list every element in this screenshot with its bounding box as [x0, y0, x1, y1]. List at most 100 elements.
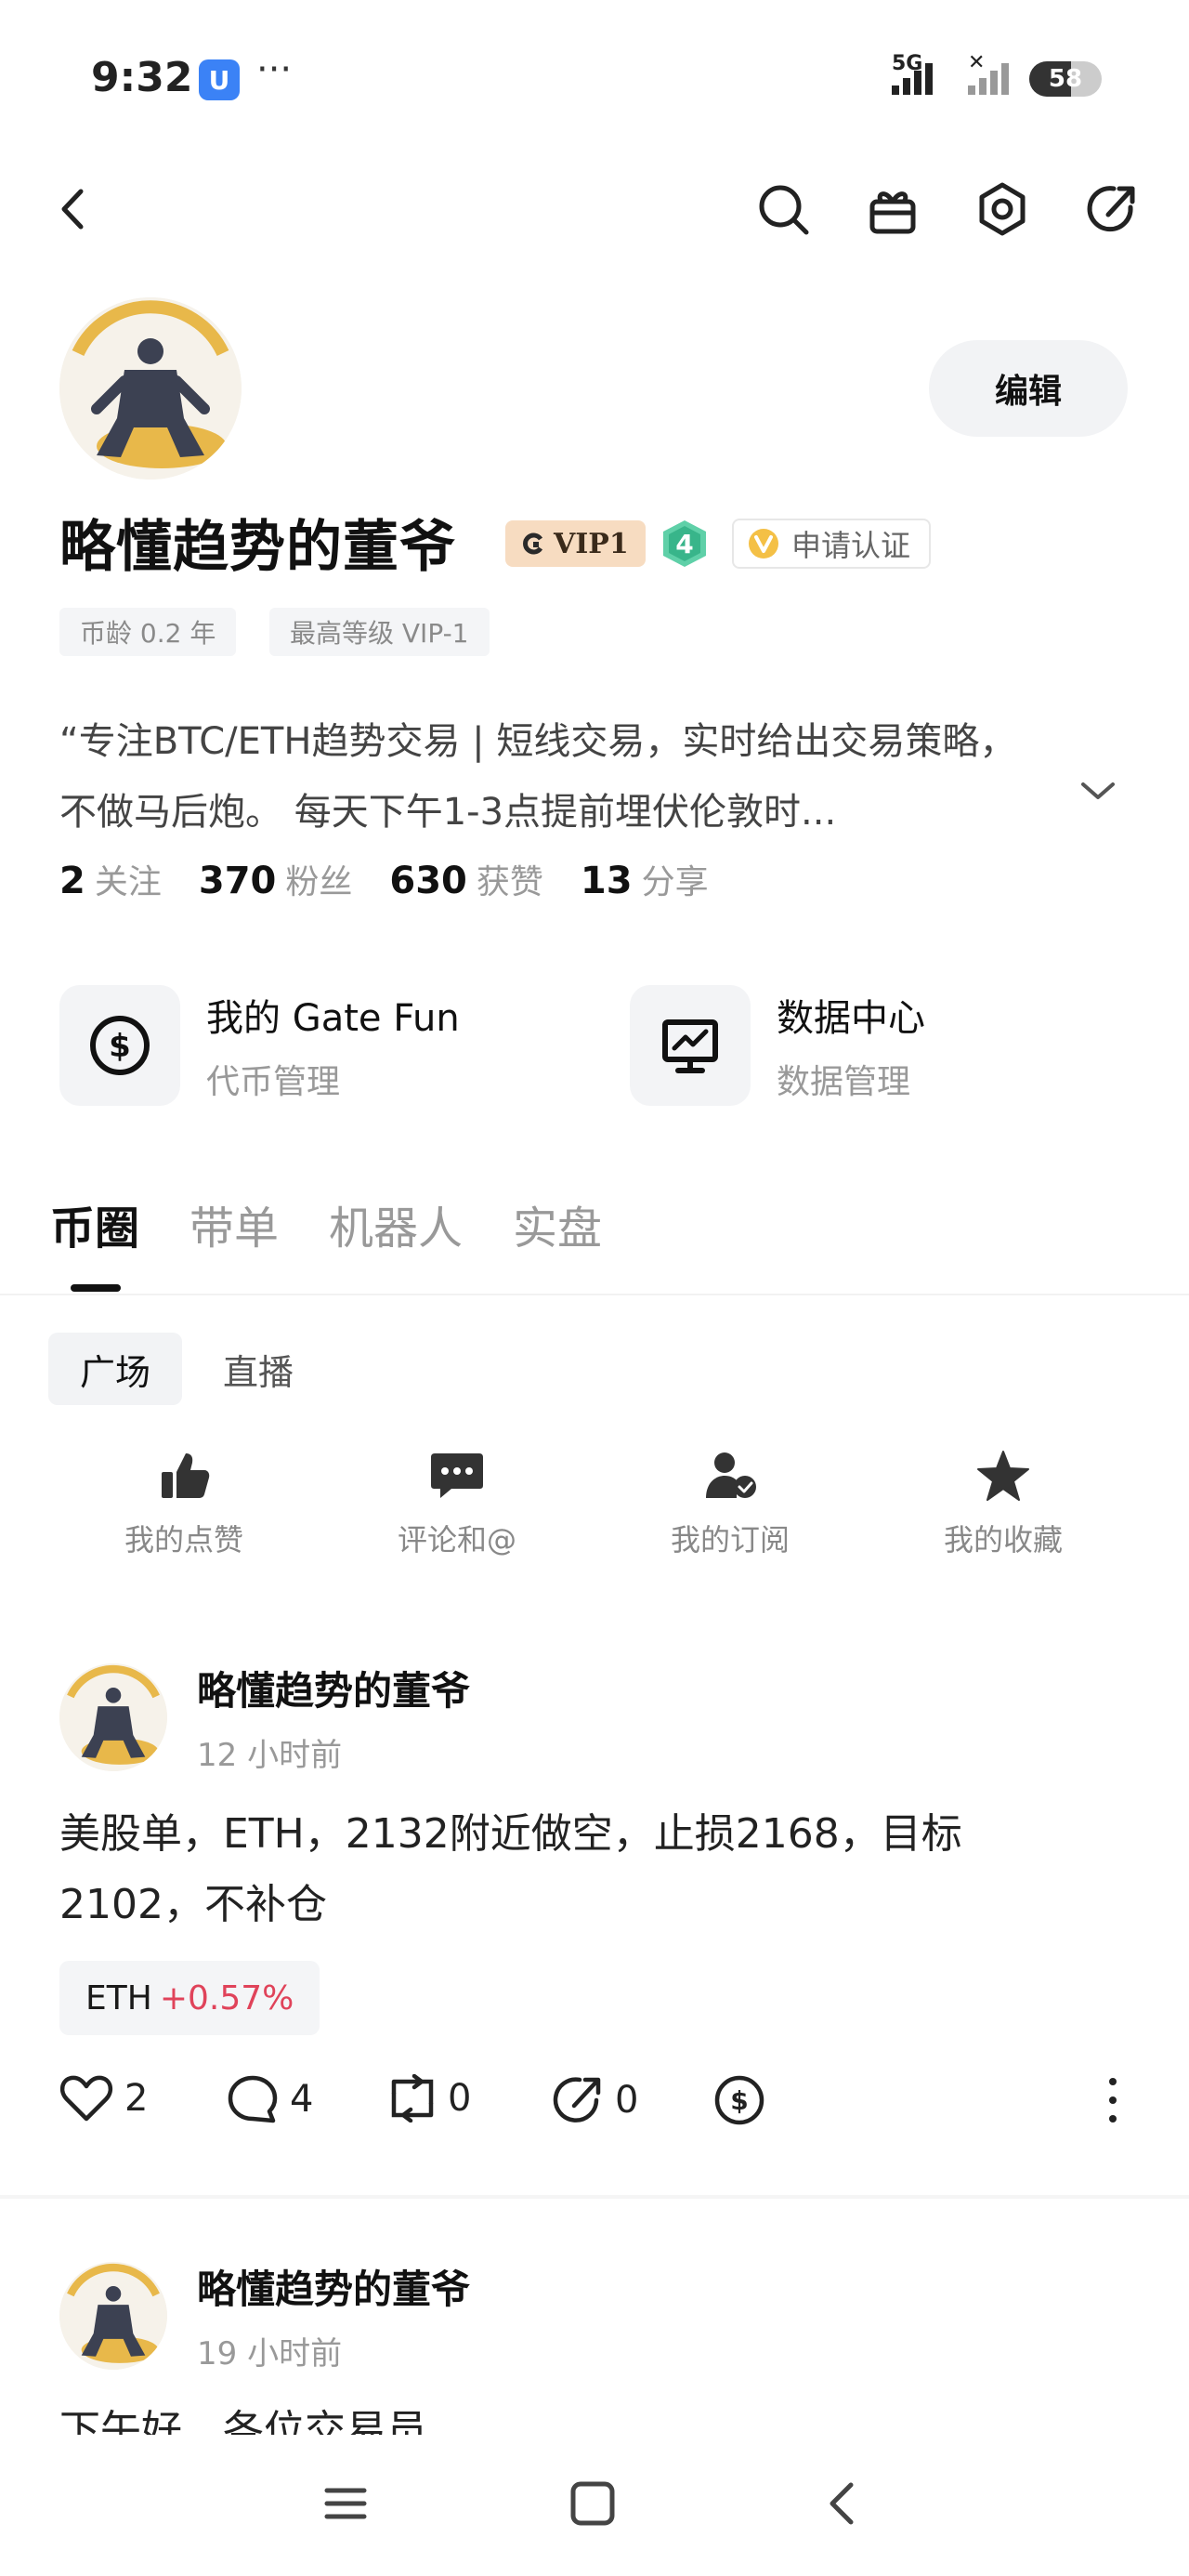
app-notification-icon: U	[199, 59, 240, 100]
quick-action-label: 我的订阅	[670, 1522, 790, 1557]
system-navigation-bar	[0, 2435, 1189, 2576]
tab-copy-trading[interactable]: 带单	[189, 1191, 279, 1256]
bio-line: 不做马后炮。 每天下午1-3点提前埋伏伦敦时...	[59, 791, 837, 834]
gear-icon	[979, 182, 1026, 236]
chart-monitor-icon	[662, 1019, 718, 1073]
tab-coin-circle[interactable]: 币圈	[50, 1191, 139, 1256]
stat-likes[interactable]: 630 获赞	[389, 855, 543, 903]
search-button[interactable]	[752, 178, 814, 240]
chevron-down-icon	[1081, 782, 1115, 799]
signal-icon: ✕	[892, 52, 1009, 95]
post-author-avatar[interactable]	[59, 2262, 167, 2370]
like-count: 2	[124, 2077, 149, 2120]
profile-bio[interactable]: “专注BTC/ETH趋势交易 | 短线交易，实时给出交易策略， 不做马后炮。 每…	[59, 706, 1100, 848]
svg-text:$: $	[730, 2085, 748, 2116]
edit-profile-button[interactable]: 编辑	[929, 340, 1128, 437]
comment-icon	[431, 1453, 483, 1498]
vip-badge: VIP1	[505, 520, 646, 567]
more-notifications-icon: ···	[256, 48, 293, 91]
vip-logo-icon	[523, 532, 543, 555]
verified-badge-icon	[749, 529, 778, 559]
back-button[interactable]	[43, 178, 104, 240]
subtab-live[interactable]: 直播	[191, 1333, 325, 1405]
level-number: 4	[675, 528, 694, 559]
share-post-button[interactable]: 0	[552, 2074, 638, 2126]
share-arrow-icon	[553, 2077, 601, 2123]
post-time: 12 小时前	[197, 1737, 343, 1774]
stat-following[interactable]: 2 关注	[59, 855, 162, 903]
share-icon	[1087, 186, 1135, 232]
tab-active-indicator	[71, 1284, 121, 1292]
system-back-button[interactable]	[814, 2476, 869, 2531]
chevron-left-icon	[61, 189, 84, 230]
svg-text:$: $	[109, 1028, 131, 1065]
home-button[interactable]	[565, 2476, 621, 2531]
stat-number: 370	[198, 860, 277, 902]
like-button[interactable]: 2	[59, 2074, 148, 2123]
post-header: 略懂趋势的董爷 12 小时前	[59, 1660, 470, 1775]
profile-stats: 2 关注 370 粉丝 630 获赞 13 分享	[59, 855, 709, 903]
square-icon	[570, 2481, 615, 2526]
status-time: 9:32	[91, 54, 193, 101]
stat-number: 2	[59, 860, 85, 902]
data-center-shortcut[interactable]: 数据中心 数据管理	[630, 985, 925, 1106]
post-author-avatar[interactable]	[59, 1663, 167, 1771]
stat-label: 获赞	[476, 863, 543, 901]
tab-live-account[interactable]: 实盘	[513, 1191, 602, 1256]
heart-icon	[59, 2075, 113, 2122]
recent-apps-button[interactable]	[318, 2476, 373, 2531]
profile-avatar[interactable]	[59, 297, 242, 480]
coin-tag[interactable]: ETH +0.57%	[59, 1961, 320, 2035]
post-content[interactable]: 美股单，ETH，2132附近做空，止损2168，目标 2102，不补仓	[59, 1799, 1128, 1940]
user-check-icon	[706, 1452, 756, 1498]
stat-shares[interactable]: 13 分享	[581, 855, 709, 903]
stat-number: 630	[389, 860, 467, 902]
battery-indicator: 58	[1029, 61, 1102, 97]
my-favorites-button[interactable]: 我的收藏	[901, 1450, 1105, 1559]
username: 略懂趋势的董爷	[59, 515, 456, 580]
gift-button[interactable]	[862, 178, 923, 240]
max-level-tag: 最高等级 VIP-1	[269, 608, 490, 656]
settings-button[interactable]	[972, 178, 1033, 240]
my-likes-button[interactable]: 我的点赞	[82, 1450, 286, 1559]
shortcut-title: 我的 Gate Fun	[206, 997, 460, 1040]
expand-bio-button[interactable]	[1078, 777, 1118, 808]
coin-symbol: ETH	[85, 1978, 152, 2017]
repost-button[interactable]: 0	[388, 2074, 471, 2123]
search-icon	[759, 185, 809, 235]
repost-icon	[391, 2074, 434, 2123]
apply-certification-button[interactable]: 申请认证	[732, 519, 932, 569]
account-age-tag: 币龄 0.2 年	[59, 608, 237, 656]
subtab-square[interactable]: 广场	[48, 1333, 183, 1405]
gift-icon	[869, 191, 916, 234]
comment-count: 4	[290, 2078, 314, 2121]
svg-text:✕: ✕	[968, 52, 985, 74]
share-button[interactable]	[1081, 178, 1143, 240]
level-badge: 4	[660, 519, 710, 569]
tabs-divider	[0, 1294, 1189, 1295]
quick-action-label: 我的收藏	[943, 1522, 1063, 1557]
comments-mentions-button[interactable]: 评论和@	[355, 1450, 559, 1559]
star-icon	[977, 1451, 1029, 1501]
tip-button[interactable]: $	[713, 2074, 765, 2126]
gate-fun-shortcut[interactable]: $ 我的 Gate Fun 代币管理	[59, 985, 460, 1106]
post-author-name[interactable]: 略懂趋势的董爷	[197, 1660, 470, 1716]
post-header: 略懂趋势的董爷 19 小时前	[59, 2258, 470, 2373]
shortcut-subtitle: 数据管理	[777, 1063, 911, 1101]
tab-bots[interactable]: 机器人	[329, 1191, 463, 1256]
stat-followers[interactable]: 370 粉丝	[199, 855, 353, 903]
post-author-name[interactable]: 略懂趋势的董爷	[197, 2258, 470, 2315]
post-more-button[interactable]	[1096, 2074, 1130, 2126]
post-time: 19 小时前	[197, 2335, 343, 2372]
post-text-line: 美股单，ETH，2132附近做空，止损2168，目标	[59, 1810, 962, 1858]
chevron-left-icon	[830, 2482, 854, 2525]
quick-action-label: 我的点赞	[124, 1522, 243, 1557]
thumbs-up-icon	[162, 1453, 210, 1498]
share-count: 0	[615, 2079, 639, 2122]
avatar-image	[59, 2262, 167, 2370]
post-text-line: 2102，不补仓	[59, 1881, 327, 1928]
avatar-image	[59, 1663, 167, 1771]
my-subscriptions-button[interactable]: 我的订阅	[628, 1450, 832, 1559]
dollar-circle-icon: $	[90, 1016, 150, 1075]
comment-button[interactable]: 4	[227, 2074, 313, 2124]
